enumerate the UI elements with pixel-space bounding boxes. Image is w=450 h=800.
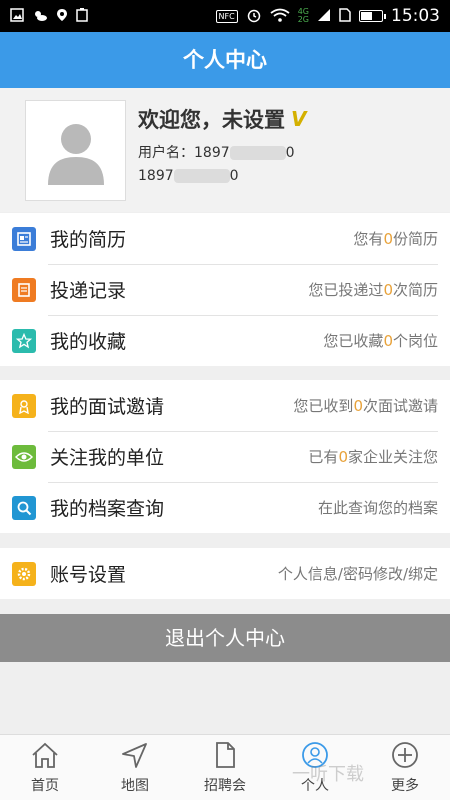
- welcome-label: 欢迎您，未设置: [138, 108, 285, 132]
- page-title: 个人中心: [0, 32, 450, 88]
- menu-item-gear[interactable]: 账号设置 个人信息/密码修改/绑定: [0, 548, 450, 599]
- alarm-icon: [246, 7, 262, 25]
- username-row: 用户名：1897 0: [138, 142, 295, 162]
- wifi-icon: [270, 8, 290, 24]
- menu-item-description: 个人信息/密码修改/绑定: [278, 563, 438, 584]
- menu-group-3: 账号设置 个人信息/密码修改/绑定: [0, 548, 450, 599]
- menu-item-description: 您有0份简历: [353, 228, 438, 249]
- logout-button[interactable]: 退出个人中心: [0, 614, 450, 662]
- description-text: 已有: [308, 448, 339, 466]
- menu-item-label: 投递记录: [50, 280, 127, 302]
- tab-label: 招聘会: [204, 778, 246, 794]
- menu-item-eye[interactable]: 关注我的单位 已有0家企业关注您: [0, 431, 450, 482]
- menu-item-label: 账号设置: [50, 564, 127, 586]
- username-tail: 0: [285, 145, 295, 161]
- description-suffix: 次面试邀请: [362, 397, 438, 415]
- tab-label: 更多: [391, 778, 419, 794]
- menu-item-label: 我的面试邀请: [50, 396, 165, 418]
- menu-item-delivery[interactable]: 投递记录 您已投递过0次简历: [0, 264, 450, 315]
- count-value: 0: [383, 281, 393, 299]
- invitation-icon: [12, 393, 36, 418]
- plus-icon: [390, 741, 420, 775]
- avatar[interactable]: [25, 100, 126, 201]
- welcome-text: 欢迎您，未设置 V: [138, 104, 306, 134]
- count-value: 0: [383, 230, 393, 248]
- tab-document[interactable]: 招聘会: [180, 735, 270, 800]
- description-text: 您已收到: [293, 397, 354, 415]
- menu-item-description: 您已投递过0次简历: [308, 279, 438, 300]
- bottom-tab-bar: 首页 地图 招聘会 个人 更多: [0, 734, 450, 800]
- weather-icon: [32, 8, 48, 24]
- vip-badge: V: [291, 107, 307, 131]
- phone-value: 1897: [138, 168, 174, 184]
- menu-group-1: 我的简历 您有0份简历 投递记录 您已投递过0次简历 我的收藏 您已收藏0个岗位: [0, 213, 450, 366]
- menu-item-description: 您已收藏0个岗位: [323, 330, 438, 351]
- watermark: 一听下载: [292, 764, 364, 785]
- network-type-indicator: 4G 2G: [297, 7, 309, 24]
- username-value: 1897: [194, 145, 230, 161]
- image-icon: [10, 8, 24, 24]
- signal-icon: [317, 8, 331, 24]
- description-suffix: 份简历: [392, 230, 438, 248]
- menu-item-label: 我的简历: [50, 229, 127, 251]
- tab-plus[interactable]: 更多: [360, 735, 450, 800]
- description-suffix: 个岗位: [392, 332, 438, 350]
- phone-tail: 0: [229, 168, 239, 184]
- description-suffix: 家企业关注您: [347, 448, 438, 466]
- gear-icon: [12, 561, 36, 586]
- description-text: 在此查询您的档案: [317, 499, 438, 517]
- menu-item-label: 我的收藏: [50, 331, 127, 353]
- menu-item-description: 在此查询您的档案: [318, 497, 438, 518]
- description-text: 您有: [353, 230, 384, 248]
- delivery-icon: [12, 277, 36, 302]
- count-value: 0: [338, 448, 348, 466]
- menu-item-search[interactable]: 我的档案查询 在此查询您的档案: [0, 482, 450, 533]
- description-text: 您已投递过: [308, 281, 384, 299]
- username-label: 用户名：: [138, 145, 194, 161]
- eye-icon: [12, 444, 36, 469]
- count-value: 0: [383, 332, 393, 350]
- document-icon: [210, 741, 240, 775]
- menu-item-label: 关注我的单位: [50, 447, 165, 469]
- count-value: 0: [353, 397, 363, 415]
- menu-item-invitation[interactable]: 我的面试邀请 您已收到0次面试邀请: [0, 380, 450, 431]
- tab-label: 首页: [31, 778, 59, 794]
- redaction-blur: [173, 169, 230, 183]
- description-text: 您已收藏: [323, 332, 384, 350]
- search-icon: [12, 495, 36, 520]
- redaction-blur: [229, 146, 286, 160]
- tab-label: 地图: [121, 778, 149, 794]
- tab-map[interactable]: 地图: [90, 735, 180, 800]
- description-suffix: 次简历: [392, 281, 438, 299]
- star-icon: [12, 328, 36, 353]
- menu-item-resume[interactable]: 我的简历 您有0份简历: [0, 213, 450, 264]
- menu-group-2: 我的面试邀请 您已收到0次面试邀请 关注我的单位 已有0家企业关注您 我的档案查询 在此查…: [0, 380, 450, 533]
- battery-icon: [359, 10, 386, 22]
- phone-row: 1897 0: [138, 168, 239, 184]
- sim-icon: [339, 8, 351, 24]
- menu-item-star[interactable]: 我的收藏 您已收藏0个岗位: [0, 315, 450, 366]
- battery-saver-icon: [76, 8, 88, 24]
- description-text: 个人信息/密码修改/绑定: [277, 565, 438, 583]
- profile-header: 欢迎您，未设置 V 用户名：1897 0 1897 0: [0, 88, 450, 212]
- menu-item-description: 已有0家企业关注您: [308, 446, 438, 467]
- map-icon: [120, 741, 150, 775]
- status-bar: NFC 4G 2G 15:03: [0, 0, 450, 32]
- menu-item-description: 您已收到0次面试邀请: [293, 395, 438, 416]
- menu-item-label: 我的档案查询: [50, 498, 165, 520]
- location-icon: [56, 8, 68, 24]
- resume-icon: [12, 226, 36, 251]
- home-icon: [30, 741, 60, 775]
- clock: 15:03: [391, 6, 440, 26]
- tab-home[interactable]: 首页: [0, 735, 90, 800]
- default-avatar-icon: [47, 123, 104, 185]
- nfc-icon: NFC: [215, 9, 238, 23]
